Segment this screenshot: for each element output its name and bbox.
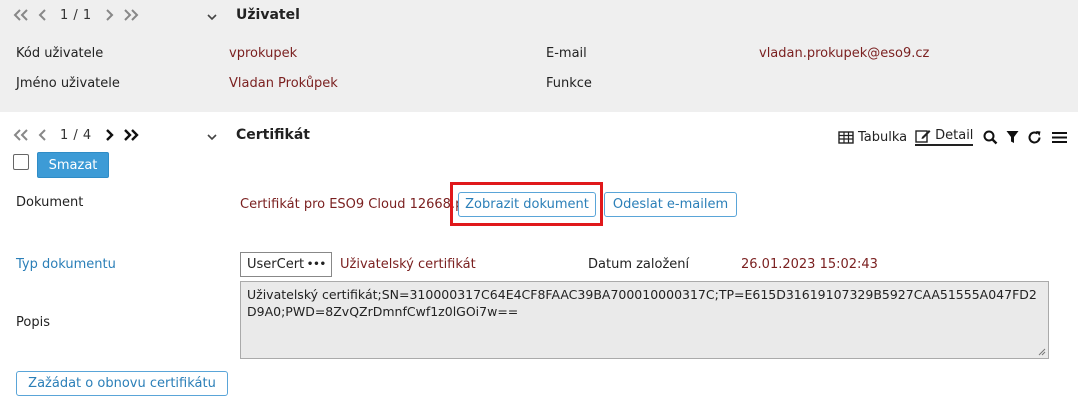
prev-record-icon[interactable] — [32, 6, 54, 24]
cert-toolbar: Tabulka Detail — [838, 127, 1068, 147]
doc-type-code: UserCert — [247, 257, 305, 272]
next-record-icon[interactable] — [98, 6, 120, 24]
search-icon — [983, 130, 998, 144]
function-label: Funkce — [546, 76, 592, 91]
show-document-button[interactable]: Zobrazit dokument — [458, 192, 596, 217]
filter-icon — [1006, 131, 1019, 143]
cert-record-navigator: 1 / 4 — [10, 126, 142, 144]
first-record-icon[interactable] — [10, 6, 32, 24]
hamburger-menu-icon — [1052, 131, 1068, 143]
user-name-value: Vladan Prokůpek — [229, 76, 338, 91]
collapse-user-chevron-icon[interactable] — [206, 11, 218, 23]
table-view-label: Tabulka — [858, 129, 908, 145]
filter-button[interactable] — [1006, 130, 1019, 144]
user-record-count: 1 / 1 — [60, 7, 92, 23]
doc-type-field[interactable]: UserCert ••• — [240, 252, 332, 277]
refresh-button[interactable] — [1027, 130, 1042, 145]
search-button[interactable] — [983, 130, 998, 145]
doc-type-label[interactable]: Typ dokumentu — [16, 257, 116, 272]
user-record-navigator: 1 / 1 — [10, 6, 142, 24]
detail-view-label: Detail — [935, 128, 974, 143]
last-record-icon[interactable] — [120, 6, 142, 24]
cert-record-count: 1 / 4 — [60, 127, 92, 143]
select-record-checkbox[interactable] — [13, 154, 29, 170]
last-record-icon[interactable] — [120, 126, 142, 144]
send-email-button[interactable]: Odeslat e-mailem — [604, 192, 737, 217]
next-record-icon[interactable] — [98, 126, 120, 144]
created-value: 26.01.2023 15:02:43 — [741, 257, 878, 272]
user-name-label: Jméno uživatele — [16, 76, 120, 91]
request-renewal-button[interactable]: Zažádat o obnovu certifikátu — [16, 371, 228, 396]
email-value: vladan.prokupek@eso9.cz — [759, 46, 930, 61]
user-code-value: vprokupek — [229, 46, 298, 61]
prev-record-icon[interactable] — [32, 126, 54, 144]
user-section-title: Uživatel — [236, 7, 300, 23]
email-label: E-mail — [546, 46, 587, 61]
document-label: Dokument — [16, 195, 84, 210]
created-label: Datum založení — [588, 257, 690, 272]
description-label: Popis — [16, 315, 50, 330]
collapse-cert-chevron-icon[interactable] — [206, 131, 218, 143]
document-value-link[interactable]: Certifikát pro ESO9 Cloud 12668.pf — [240, 197, 468, 212]
description-textarea[interactable]: Uživatelský certifikát;SN=310000317C64E4… — [240, 281, 1049, 359]
table-icon — [838, 130, 854, 144]
user-code-label: Kód uživatele — [16, 46, 104, 61]
first-record-icon[interactable] — [10, 126, 32, 144]
description-text: Uživatelský certifikát;SN=310000317C64E4… — [247, 287, 1037, 319]
refresh-icon — [1028, 130, 1041, 143]
table-view-button[interactable]: Tabulka — [838, 130, 907, 145]
delete-button[interactable]: Smazat — [37, 152, 109, 178]
doc-type-name: Uživatelský certifikát — [340, 257, 476, 272]
edit-icon — [915, 130, 931, 143]
detail-view-button[interactable]: Detail — [915, 128, 974, 146]
cert-section-title: Certifikát — [236, 127, 310, 143]
resize-handle-icon[interactable] — [1037, 347, 1046, 356]
menu-button[interactable] — [1052, 131, 1068, 144]
doc-type-lookup-icon[interactable]: ••• — [307, 259, 326, 270]
